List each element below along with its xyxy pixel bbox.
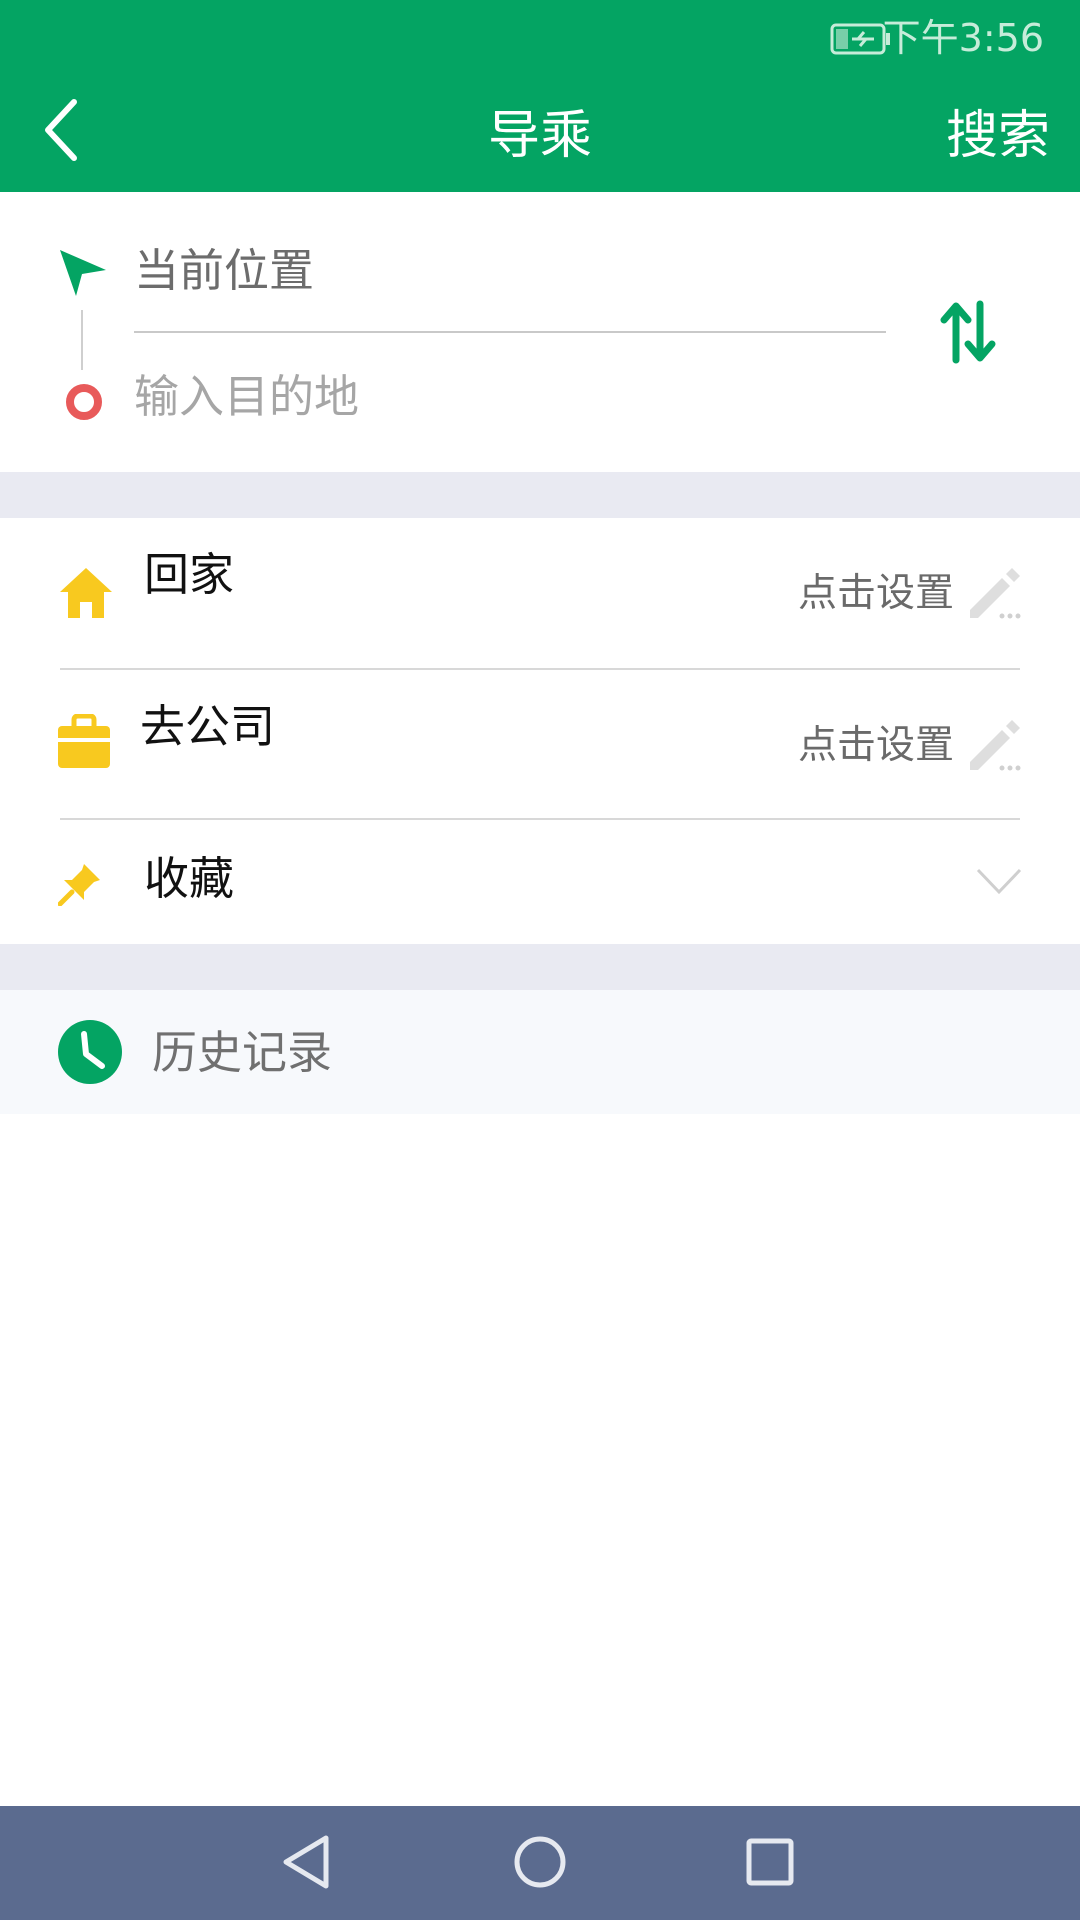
briefcase-icon — [58, 713, 110, 772]
home-row[interactable]: 回家 点击设置 — [0, 518, 1080, 668]
triangle-back-icon — [283, 1835, 329, 1889]
house-icon — [58, 564, 114, 624]
history-label: 历史记录 — [152, 1026, 333, 1079]
circle-home-icon — [514, 1836, 566, 1888]
clock-icon — [58, 1020, 122, 1088]
start-location-field[interactable]: 当前位置 — [134, 236, 884, 306]
work-row[interactable]: 去公司 点击设置 — [0, 670, 1080, 818]
section-gap — [0, 944, 1080, 990]
pin-icon — [57, 862, 102, 910]
route-connector-line — [81, 310, 83, 370]
destination-ring-icon — [66, 384, 102, 420]
back-button[interactable] — [36, 94, 92, 166]
nav-recents-button[interactable] — [746, 1838, 794, 1890]
status-time: 下午3:56 — [882, 16, 1044, 60]
chevron-left-icon — [45, 99, 77, 161]
work-label: 去公司 — [140, 700, 276, 753]
swap-arrows-icon — [940, 300, 996, 364]
search-button[interactable]: 搜索 — [880, 100, 1050, 172]
section-gap — [0, 472, 1080, 518]
pencil-icon — [966, 564, 1022, 624]
page-title: 导乘 — [487, 106, 592, 166]
nav-back-button[interactable] — [282, 1834, 332, 1894]
destination-input[interactable]: 输入目的地 — [134, 362, 884, 432]
swap-route-button[interactable] — [940, 300, 996, 364]
home-set-label: 点击设置 — [797, 571, 954, 616]
pencil-icon — [966, 716, 1022, 776]
square-recents-icon — [746, 1838, 794, 1886]
input-divider — [134, 331, 886, 333]
work-set-label: 点击设置 — [797, 723, 954, 768]
favorites-row[interactable]: 收藏 — [0, 820, 1080, 944]
home-label: 回家 — [144, 548, 235, 601]
favorites-label: 收藏 — [144, 852, 235, 905]
navigation-arrow-icon — [58, 248, 108, 302]
chevron-down-icon[interactable] — [976, 866, 1022, 900]
nav-home-button[interactable] — [514, 1836, 566, 1892]
